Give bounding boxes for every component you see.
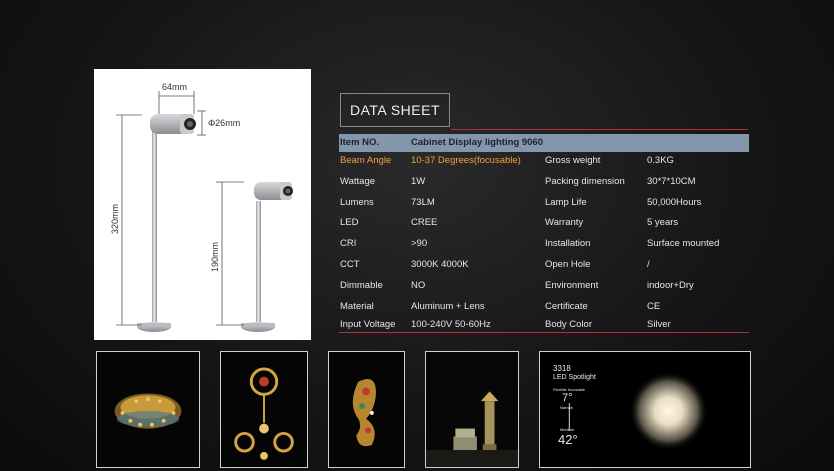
datasheet-divider-top — [451, 129, 748, 130]
spec-value: 50,000Hours — [647, 197, 702, 208]
spec-value: 30*7*10CM — [647, 176, 696, 187]
spec-label: Open Hole — [545, 259, 591, 270]
header-item-value: Cabinet Display lighting 9060 — [411, 137, 543, 148]
spec-label: Material — [340, 301, 374, 312]
brooch-image — [329, 352, 404, 467]
spec-label: LED — [340, 217, 359, 228]
spec-value: NO — [411, 280, 426, 291]
table-row: Input Voltage 100-240V 50-60Hz Body Colo… — [339, 316, 749, 332]
spec-value: 1W — [411, 176, 426, 187]
necklace-image — [97, 352, 199, 467]
spec-value: 0.3KG — [647, 155, 674, 166]
spec-label: Gross weight — [545, 155, 601, 166]
spec-value: / — [647, 259, 650, 270]
table-row: Material Aluminum + Lens Certificate CE — [339, 298, 749, 314]
dim-tall-height-label: 320mm — [110, 204, 120, 234]
spec-label: Certificate — [545, 301, 588, 312]
spotlight-model: 3318 — [553, 364, 571, 373]
spec-value: CREE — [411, 217, 438, 228]
table-row: Lumens 73LM Lamp Life 50,000Hours — [339, 194, 749, 210]
tall-lamp-head — [150, 114, 196, 134]
spec-label: Lumens — [340, 197, 374, 208]
table-row: Beam Angle 10-37 Degrees(focusable) Gros… — [339, 152, 749, 168]
spotlight-drawing: 64mm Φ26mm 320mm 190mm — [110, 82, 293, 332]
table-row: Dimmable NO Environment indoor+Dry — [339, 277, 749, 293]
narrow-label: Narrow — [560, 405, 573, 410]
thumbnail-museum-artifacts — [425, 351, 519, 468]
short-lamp-pole — [256, 201, 261, 323]
spec-value: Silver — [647, 319, 671, 330]
thumbnail-jeweled-brooch — [328, 351, 405, 468]
spec-label: Body Color — [545, 319, 592, 330]
spec-value: 5 years — [647, 217, 679, 228]
artifacts-image — [426, 352, 518, 467]
datasheet-divider-bottom — [339, 332, 749, 333]
spec-value: 100-240V 50-60Hz — [411, 319, 491, 330]
spec-label: Installation — [545, 238, 591, 249]
spec-label: CCT — [340, 259, 360, 270]
spec-value: indoor+Dry — [647, 280, 694, 291]
short-lamp-head — [254, 182, 293, 200]
wide-angle: 42° — [558, 432, 578, 447]
spec-label: Lamp Life — [545, 197, 587, 208]
spec-label: CRI — [340, 238, 357, 249]
header-item-label: Item NO. — [340, 137, 380, 148]
spec-value: 10-37 Degrees(focusable) — [411, 155, 521, 166]
spec-label: Packing dimension — [545, 176, 625, 187]
table-row: Wattage 1W Packing dimension 30*7*10CM — [339, 173, 749, 189]
spec-label: Input Voltage — [340, 319, 396, 330]
spotlight-name: LED Spotlight — [553, 374, 596, 381]
narrow-angle: 7° — [562, 392, 573, 404]
table-row: LED CREE Warranty 5 years — [339, 214, 749, 230]
spec-value: CE — [647, 301, 661, 312]
spec-label: Environment — [545, 280, 599, 291]
table-row: CRI >90 Installation Surface mounted — [339, 235, 749, 251]
thumbnail-gold-necklace — [96, 351, 200, 468]
dim-diameter-label: Φ26mm — [208, 118, 240, 128]
earrings-image — [221, 352, 307, 467]
table-row: CCT 3000K 4000K Open Hole / — [339, 256, 749, 272]
dim-width-label: 64mm — [162, 82, 187, 92]
spec-label: Dimmable — [340, 280, 383, 291]
spec-value: Surface mounted — [647, 238, 720, 249]
dim-short-height-label: 190mm — [210, 242, 220, 272]
spec-value: >90 — [411, 238, 428, 249]
spec-value: Aluminum + Lens — [411, 301, 485, 312]
spec-value: 73LM — [411, 197, 435, 208]
datasheet-header-row: Item NO. Cabinet Display lighting 9060 — [339, 134, 749, 152]
thumbnail-gold-earrings — [220, 351, 308, 468]
spec-label: Warranty — [545, 217, 584, 228]
spec-label: Wattage — [340, 176, 376, 187]
tall-lamp-pole — [152, 129, 157, 325]
spec-value: 3000K 4000K — [411, 259, 469, 270]
datasheet-title: DATA SHEET — [340, 93, 450, 127]
product-dimension-drawing: 64mm Φ26mm 320mm 190mm — [94, 69, 311, 340]
spec-label: Beam Angle — [340, 155, 392, 166]
spotlight-promo-card: 3318 LED Spotlight Flexible focusable 7°… — [539, 351, 751, 468]
